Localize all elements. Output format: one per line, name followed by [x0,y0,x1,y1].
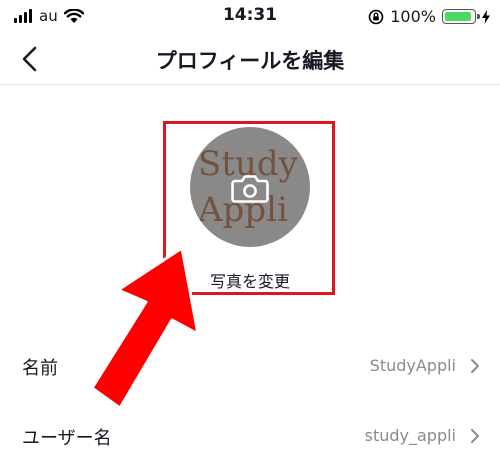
status-right: 100% [368,7,490,26]
username-row[interactable]: ユーザー名 study_appli [0,416,500,456]
chevron-right-icon [471,429,479,443]
page-title: プロフィールを編集 [155,49,345,73]
battery-percent: 100% [390,7,436,26]
chevron-right-icon [471,359,479,373]
red-arrow-annotation [90,246,200,410]
orientation-lock-icon [368,9,384,24]
status-bar: au 14:31 100% [0,0,500,34]
name-row[interactable]: 名前 StudyAppli [0,346,500,386]
battery-icon [442,9,480,24]
battery-fill [445,12,471,21]
username-value: study_appli [364,426,456,445]
charging-bolt-icon [482,9,490,24]
navigation-bar: プロフィールを編集 [0,34,500,85]
username-label: ユーザー名 [22,428,112,449]
name-value: StudyAppli [369,356,456,375]
name-label: 名前 [22,358,58,379]
